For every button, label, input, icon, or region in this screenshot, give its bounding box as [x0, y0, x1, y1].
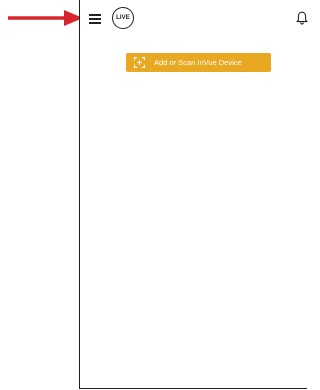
live-logo: LIVE: [112, 7, 134, 29]
annotation-arrow-icon: [8, 10, 83, 26]
logo-text: LIVE: [116, 15, 130, 21]
screenshot-stage: LIVE Add or Scan InVue Device: [0, 0, 308, 390]
scan-frame-icon: [134, 57, 145, 68]
add-or-scan-device-button[interactable]: Add or Scan InVue Device: [126, 53, 271, 72]
app-window: LIVE Add or Scan InVue Device: [79, 0, 308, 389]
top-bar: LIVE: [80, 0, 308, 36]
hamburger-menu-icon[interactable]: [89, 14, 101, 24]
bell-icon[interactable]: [296, 11, 308, 25]
add-button-label: Add or Scan InVue Device: [154, 58, 242, 67]
